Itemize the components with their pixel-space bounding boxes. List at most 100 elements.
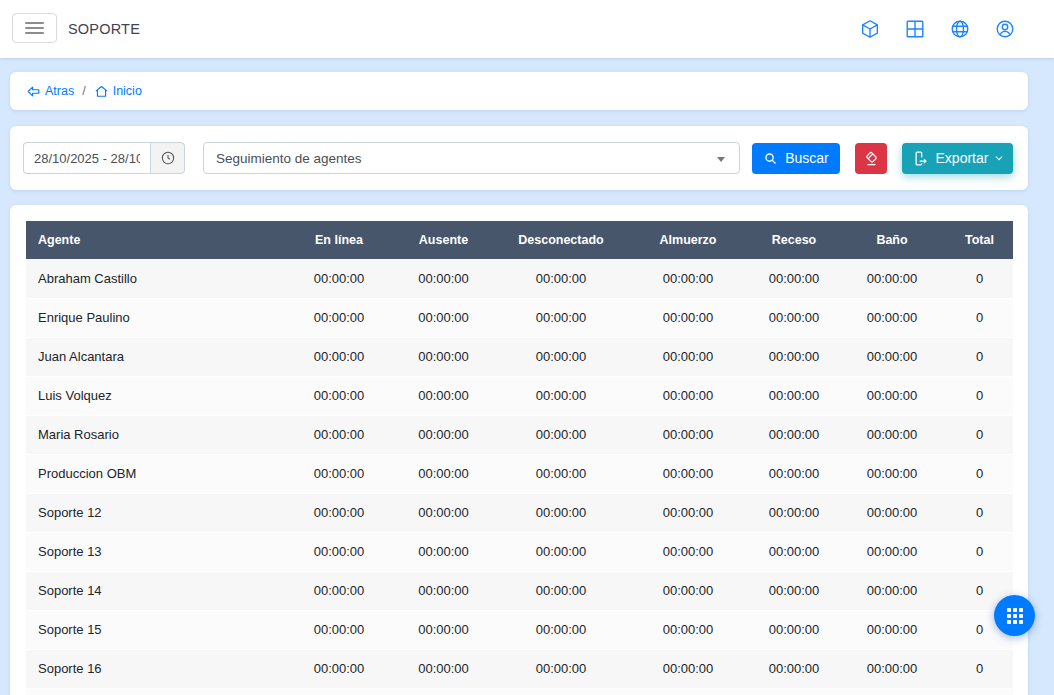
time-cell: 00:00:00 xyxy=(496,337,626,376)
agents-table: AgenteEn líneaAusenteDesconectadoAlmuerz… xyxy=(26,221,1013,695)
agent-name-cell: Juan Alcantara xyxy=(26,337,287,376)
time-cell: 0 xyxy=(946,532,1013,571)
time-cell: 00:00:00 xyxy=(391,571,496,610)
clear-button[interactable] xyxy=(855,143,887,174)
time-cell: 00:00:00 xyxy=(287,259,391,298)
time-cell: 0 xyxy=(946,337,1013,376)
back-arrow-icon xyxy=(26,84,41,99)
table-row: Produccion OBM00:00:0000:00:0000:00:0000… xyxy=(26,454,1013,493)
time-cell: 00:00:00 xyxy=(287,649,391,688)
time-cell: 00:00:00 xyxy=(626,376,750,415)
time-cell: 00:00:00 xyxy=(750,571,838,610)
time-cell: 00:00:00 xyxy=(838,298,946,337)
time-cell: 0 xyxy=(946,376,1013,415)
table-row: Soporte 1400:00:0000:00:0000:00:0000:00:… xyxy=(26,571,1013,610)
time-cell: 00:00:00 xyxy=(287,610,391,649)
time-cell: 00:00:00 xyxy=(750,415,838,454)
time-cell: 0 xyxy=(946,454,1013,493)
time-picker-button[interactable] xyxy=(150,142,185,174)
time-cell: 00:00:00 xyxy=(391,649,496,688)
table-row: Enrique Paulino00:00:0000:00:0000:00:000… xyxy=(26,298,1013,337)
cube-icon[interactable] xyxy=(859,18,881,40)
search-button[interactable]: Buscar xyxy=(752,143,840,174)
agent-name-cell: Soporte 16 xyxy=(26,649,287,688)
agent-name-cell: Produccion OBM xyxy=(26,454,287,493)
agent-name-cell: Luis Volquez xyxy=(26,376,287,415)
time-cell: 00:00:00 xyxy=(750,259,838,298)
time-cell: 00:00:00 xyxy=(496,571,626,610)
time-cell: 00:00:00 xyxy=(496,454,626,493)
time-cell: 00:00:00 xyxy=(496,649,626,688)
time-cell: 00:00:00 xyxy=(838,454,946,493)
breadcrumb-separator: / xyxy=(82,84,85,98)
column-header-6: Baño xyxy=(838,221,946,259)
time-cell: 00:00:00 xyxy=(838,493,946,532)
time-cell: 00:00:00 xyxy=(750,376,838,415)
table-row: Juan Alcantara00:00:0000:00:0000:00:0000… xyxy=(26,337,1013,376)
date-range-input[interactable] xyxy=(23,142,150,174)
filter-bar: Seguimiento de agentes Buscar Exportar xyxy=(10,126,1028,190)
grid-dots-icon xyxy=(1006,607,1024,625)
hamburger-icon xyxy=(25,22,44,24)
globe-icon[interactable] xyxy=(949,18,971,40)
time-cell: 00:00:00 xyxy=(626,610,750,649)
time-cell: 00:00:00 xyxy=(838,376,946,415)
time-cell: 00:00:00 xyxy=(838,571,946,610)
time-cell: 00:00:00 xyxy=(496,493,626,532)
menu-toggle-button[interactable] xyxy=(12,13,57,43)
time-cell: 00:00:00 xyxy=(626,493,750,532)
time-cell: 0 xyxy=(946,259,1013,298)
time-cell: 00:00:00 xyxy=(496,376,626,415)
time-cell: 00:00:00 xyxy=(626,259,750,298)
time-cell: 00:00:00 xyxy=(750,493,838,532)
user-icon[interactable] xyxy=(994,18,1016,40)
export-caret-icon xyxy=(994,153,1004,163)
time-cell: 00:00:00 xyxy=(287,454,391,493)
agents-table-card: AgenteEn líneaAusenteDesconectadoAlmuerz… xyxy=(10,205,1028,695)
time-cell: 00:00:00 xyxy=(626,571,750,610)
table-row: Soporte 1500:00:0000:00:0000:00:0000:00:… xyxy=(26,610,1013,649)
table-row: Soporte 1300:00:0000:00:0000:00:0000:00:… xyxy=(26,532,1013,571)
file-export-icon xyxy=(911,149,930,168)
time-cell: 00:00:00 xyxy=(287,415,391,454)
time-cell: 00:00:00 xyxy=(626,649,750,688)
time-cell: 00:00:00 xyxy=(838,532,946,571)
breadcrumb-home-link[interactable]: Inicio xyxy=(94,84,142,99)
table-row: Soporte 1200:00:0000:00:0000:00:0000:00:… xyxy=(26,493,1013,532)
select-caret-icon xyxy=(717,157,725,162)
column-header-7: Total xyxy=(946,221,1013,259)
table-header-row: AgenteEn líneaAusenteDesconectadoAlmuerz… xyxy=(26,221,1013,259)
time-cell: 00:00:00 xyxy=(287,337,391,376)
column-header-5: Receso xyxy=(750,221,838,259)
app-title: SOPORTE xyxy=(68,0,140,58)
grid-icon[interactable] xyxy=(904,18,926,40)
time-cell: 00:00:00 xyxy=(750,649,838,688)
time-cell: 00:00:00 xyxy=(626,337,750,376)
time-cell: 00:00:00 xyxy=(496,259,626,298)
time-cell: 00:00:00 xyxy=(626,454,750,493)
time-cell: 00:00:00 xyxy=(750,454,838,493)
export-button[interactable]: Exportar xyxy=(902,143,1013,174)
time-cell: 0 xyxy=(946,493,1013,532)
column-header-3: Desconectado xyxy=(496,221,626,259)
column-header-4: Almuerzo xyxy=(626,221,750,259)
apps-fab-button[interactable] xyxy=(994,595,1035,636)
time-cell: 00:00:00 xyxy=(626,532,750,571)
time-cell: 00:00:00 xyxy=(838,610,946,649)
report-type-select[interactable]: Seguimiento de agentes xyxy=(203,142,740,174)
agent-name-cell: Abraham Castillo xyxy=(26,259,287,298)
time-cell: 00:00:00 xyxy=(391,376,496,415)
breadcrumb-back-link[interactable]: Atras xyxy=(26,84,74,99)
time-cell: 00:00:00 xyxy=(496,610,626,649)
column-header-agente: Agente xyxy=(26,221,287,259)
table-row: Maria Rosario00:00:0000:00:0000:00:0000:… xyxy=(26,415,1013,454)
time-cell: 00:00:00 xyxy=(750,610,838,649)
agent-name-cell: Soporte 14 xyxy=(26,571,287,610)
time-cell: 00:00:00 xyxy=(838,337,946,376)
time-cell: 00:00:00 xyxy=(838,259,946,298)
column-header-1: En línea xyxy=(287,221,391,259)
table-row: Soporte 1600:00:0000:00:0000:00:0000:00:… xyxy=(26,649,1013,688)
time-cell: 00:00:00 xyxy=(391,493,496,532)
time-cell: 00:00:00 xyxy=(750,532,838,571)
time-cell: 0 xyxy=(946,649,1013,688)
